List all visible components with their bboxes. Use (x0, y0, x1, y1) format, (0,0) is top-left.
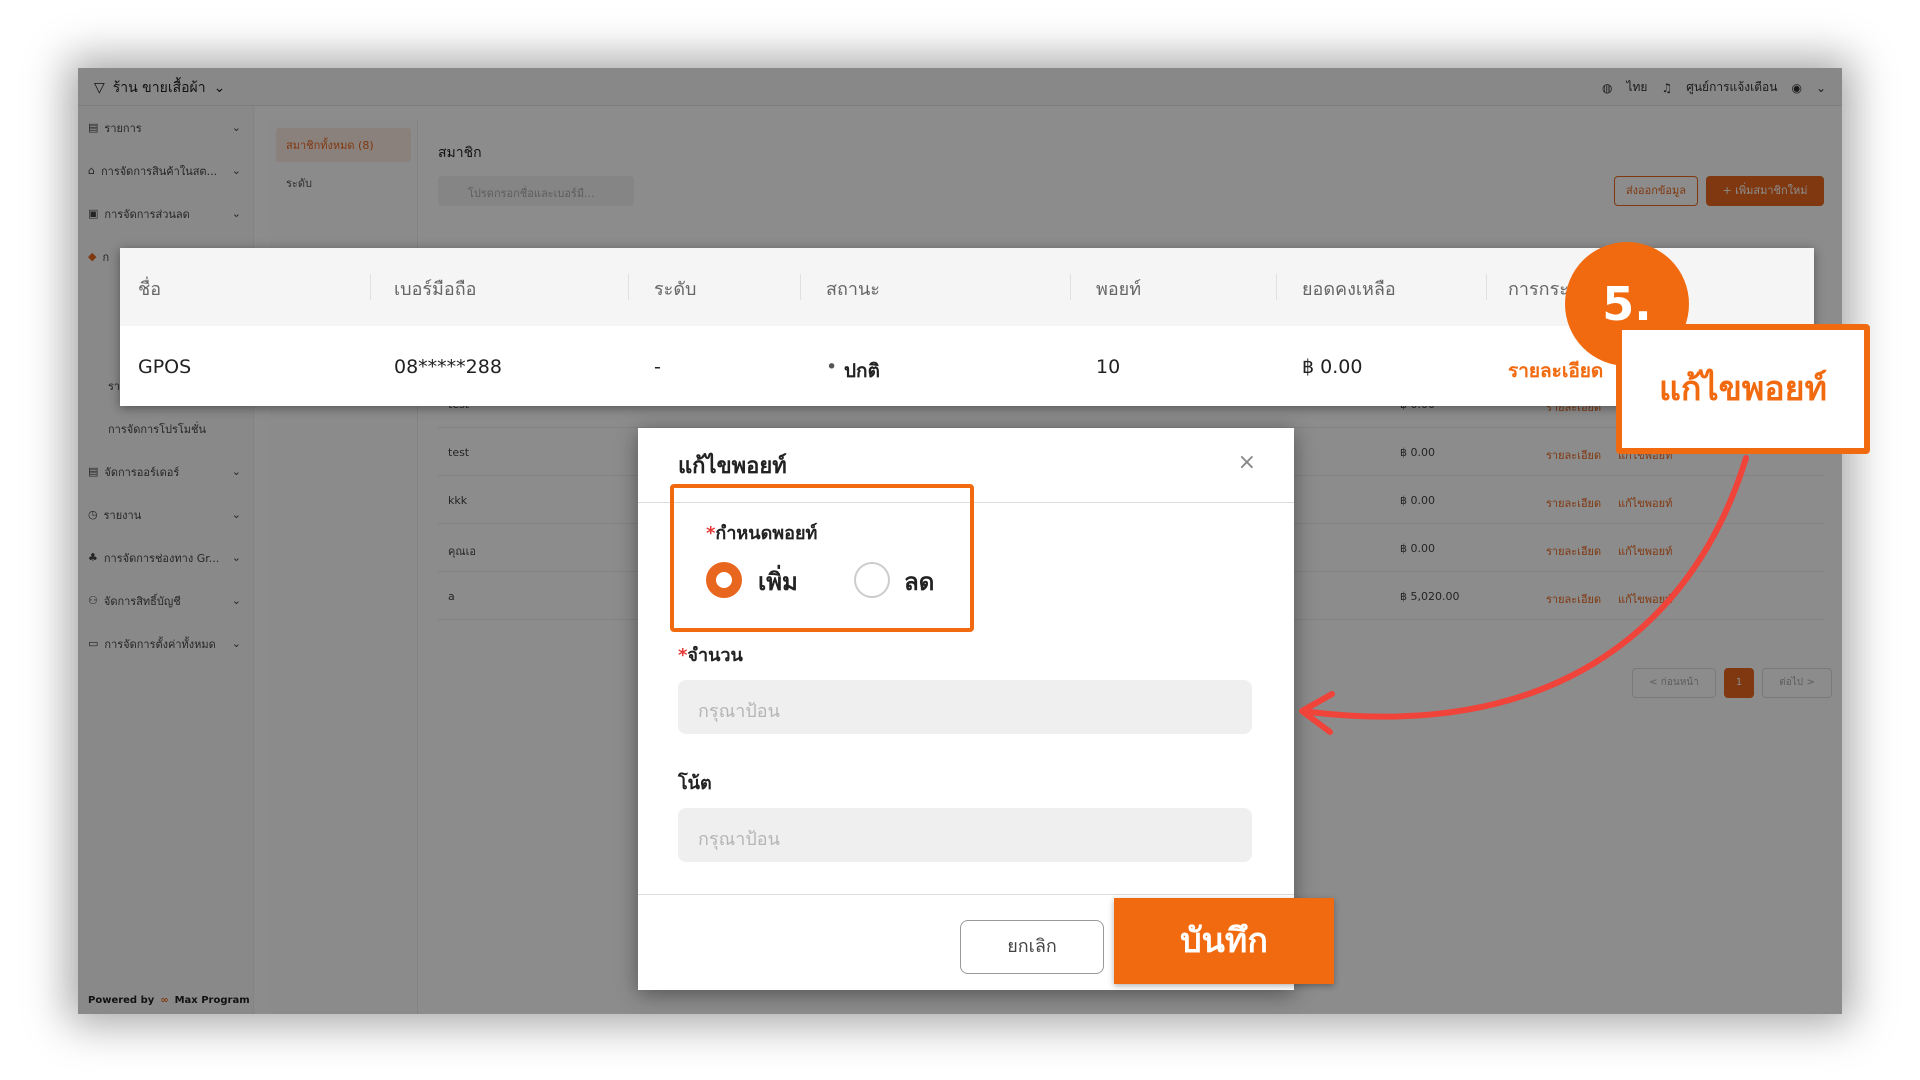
annotation-arrow (1299, 455, 1749, 735)
callout-label: แก้ไขพอยท์ (1616, 324, 1870, 454)
